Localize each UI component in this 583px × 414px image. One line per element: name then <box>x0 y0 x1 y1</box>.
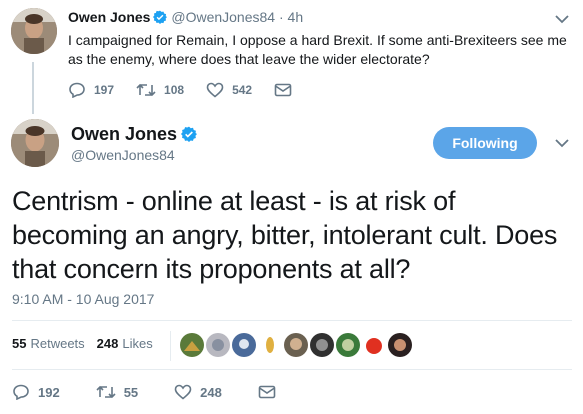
thread-connector-line <box>32 62 34 114</box>
like-icon <box>174 384 192 400</box>
following-button[interactable]: Following <box>433 127 537 159</box>
main-tweet-text: Centrism - online at least - is at risk … <box>12 186 558 284</box>
retweets-label: Retweets <box>30 336 85 351</box>
liker-avatar[interactable] <box>206 333 230 357</box>
like-icon <box>206 82 224 98</box>
liker-avatar[interactable] <box>232 333 256 357</box>
parent-tweet-text: I campaigned for Remain, I oppose a hard… <box>68 32 567 67</box>
main-tweet-actions: 192 55 248 <box>12 384 320 400</box>
liker-avatar[interactable] <box>180 333 204 357</box>
reply-icon <box>69 82 85 98</box>
main-author-avatar[interactable] <box>11 119 59 167</box>
reply-button[interactable]: 192 <box>12 384 60 400</box>
reply-count: 192 <box>38 384 60 400</box>
likes-label: Likes <box>122 336 153 351</box>
liker-avatars <box>180 333 414 357</box>
direct-message-icon <box>258 385 276 399</box>
engagement-stats: 55 Retweets 248 Likes <box>12 336 165 351</box>
parent-author-handle[interactable]: @OwenJones84 <box>171 9 275 25</box>
retweet-button[interactable]: 55 <box>96 384 138 400</box>
parent-like-button[interactable]: 542 <box>206 82 252 98</box>
liker-avatar[interactable] <box>388 333 412 357</box>
parent-like-count: 542 <box>232 83 253 97</box>
divider <box>12 369 572 370</box>
main-tweet-timestamp[interactable]: 9:10 AM - 10 Aug 2017 <box>12 291 154 307</box>
parent-author-name[interactable]: Owen Jones <box>68 9 150 25</box>
divider <box>12 320 572 321</box>
direct-message-icon <box>274 83 292 97</box>
retweet-icon <box>136 83 156 97</box>
parent-message-button[interactable] <box>274 83 300 97</box>
parent-retweet-count: 108 <box>164 83 185 97</box>
stats-separator <box>170 331 171 361</box>
main-author-name-text[interactable]: Owen Jones <box>71 124 177 144</box>
liker-avatar[interactable] <box>284 333 308 357</box>
like-total: 248 <box>96 336 119 351</box>
liker-avatar[interactable] <box>258 333 282 357</box>
retweet-icon <box>96 385 116 399</box>
retweet-total: 55 <box>12 336 27 351</box>
liker-avatar[interactable] <box>310 333 334 357</box>
like-count: 248 <box>200 384 222 400</box>
main-author-handle[interactable]: @OwenJones84 <box>71 147 175 163</box>
parent-retweet-button[interactable]: 108 <box>136 82 184 98</box>
parent-reply-count: 197 <box>94 83 115 97</box>
parent-reply-button[interactable]: 197 <box>68 82 114 98</box>
parent-tweet-time[interactable]: 4h <box>288 9 304 25</box>
parent-tweet-actions: 197 108 542 <box>68 82 322 98</box>
parent-tweet-header: Owen Jones @OwenJones84 · 4h <box>68 9 303 25</box>
verified-badge-icon <box>153 10 168 24</box>
liker-avatar[interactable] <box>336 333 360 357</box>
separator-dot: · <box>278 9 284 25</box>
reply-icon <box>13 384 29 400</box>
main-author-name[interactable]: Owen Jones <box>71 124 198 145</box>
like-button[interactable]: 248 <box>174 384 222 400</box>
verified-badge-icon <box>181 126 198 142</box>
chevron-down-icon[interactable] <box>555 138 569 148</box>
chevron-down-icon[interactable] <box>555 14 569 24</box>
likes-stat[interactable]: 248 Likes <box>97 336 153 351</box>
retweets-stat[interactable]: 55 Retweets <box>12 336 85 351</box>
parent-author-avatar[interactable] <box>11 8 57 54</box>
retweet-count: 55 <box>123 384 139 400</box>
liker-avatar[interactable] <box>362 333 386 357</box>
message-button[interactable] <box>258 385 284 399</box>
